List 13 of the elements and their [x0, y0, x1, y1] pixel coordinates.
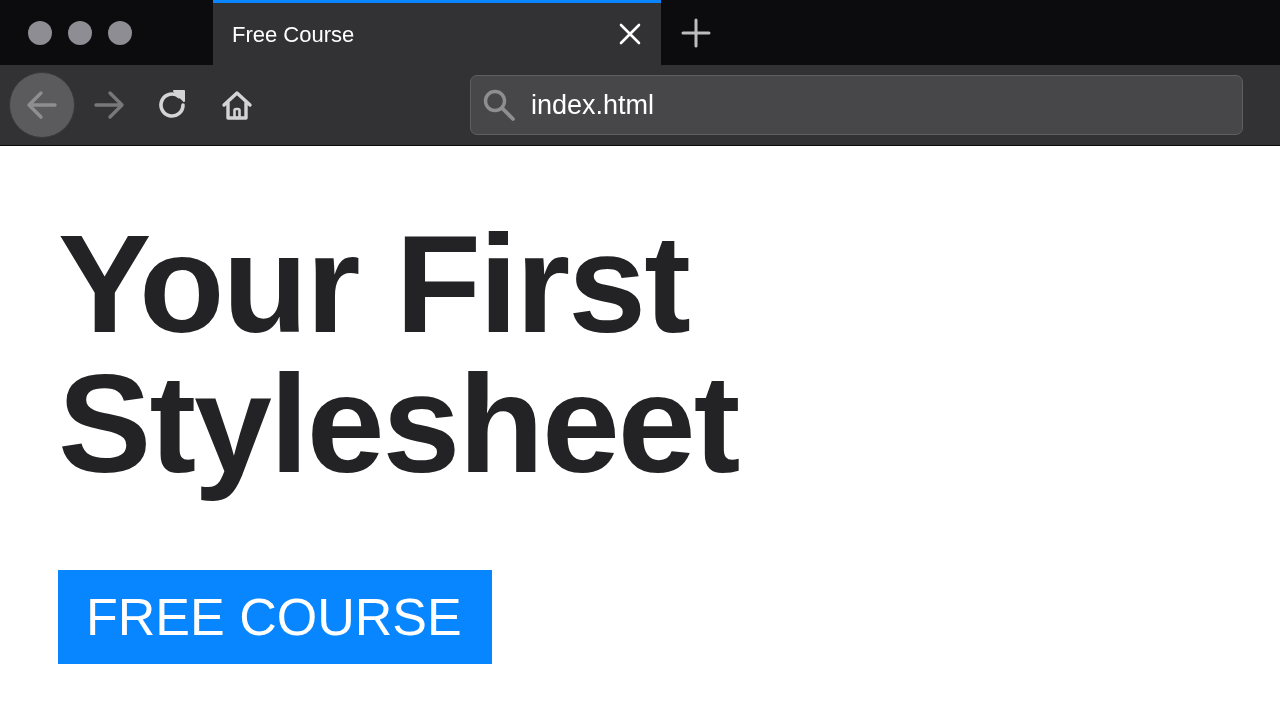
free-course-button[interactable]: FREE COURSE: [58, 570, 492, 664]
browser-tab[interactable]: Free Course: [213, 0, 661, 65]
home-icon[interactable]: [220, 88, 254, 122]
search-icon: [482, 88, 516, 122]
page-heading: Your First Stylesheet: [58, 214, 740, 504]
close-icon[interactable]: [619, 23, 641, 45]
window-control-icon[interactable]: [68, 20, 92, 45]
address-field[interactable]: index.html: [470, 75, 1243, 135]
window-control-icon[interactable]: [108, 20, 132, 45]
window-control-icon[interactable]: [28, 20, 52, 45]
new-tab-icon[interactable]: [681, 17, 711, 48]
forward-arrow-icon: [92, 88, 126, 122]
back-arrow-icon: [25, 88, 59, 122]
